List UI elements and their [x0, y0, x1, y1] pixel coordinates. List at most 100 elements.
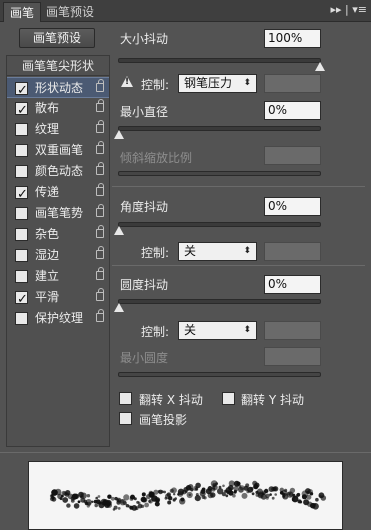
lock-icon[interactable]	[96, 120, 104, 133]
slider-thumb[interactable]	[114, 303, 124, 312]
divider	[0, 452, 371, 453]
min-diameter-slider[interactable]	[114, 126, 321, 139]
brush-projection-checkbox[interactable]	[119, 412, 132, 425]
angle-jitter-slider[interactable]	[114, 222, 321, 235]
brush-setting-item[interactable]: 建立	[7, 266, 109, 287]
lock-icon[interactable]	[96, 204, 104, 217]
min-diameter-field[interactable]: 0%	[264, 101, 321, 120]
angle-jitter-field[interactable]: 0%	[264, 197, 321, 216]
brush-setting-label: 杂色	[35, 227, 60, 241]
select-arrows-icon: ⬍	[243, 246, 251, 256]
panel-menu-icon[interactable]: ▸▸ | ▾≡	[331, 3, 367, 16]
brush-setting-label: 双重画笔	[35, 143, 84, 157]
brush-setting-item[interactable]: 湿边	[7, 245, 109, 266]
brush-setting-label: 湿边	[35, 248, 60, 262]
brush-setting-item[interactable]: 平滑	[7, 287, 109, 310]
size-jitter-slider[interactable]	[118, 58, 325, 71]
brush-setting-checkbox[interactable]	[15, 144, 28, 157]
brush-setting-item[interactable]: 画笔笔势	[7, 203, 109, 224]
brush-setting-label: 纹理	[35, 122, 60, 136]
divider	[112, 186, 365, 187]
control-label: 控制:	[141, 78, 170, 92]
slider-thumb[interactable]	[114, 130, 124, 139]
brush-setting-checkbox[interactable]	[15, 123, 28, 136]
brush-settings-list: 画笔笔尖形状 形状动态散布纹理双重画笔颜色动态传递画笔笔势杂色湿边建立平滑保护纹…	[6, 55, 110, 447]
brush-setting-label: 散布	[35, 101, 60, 115]
warning-icon	[121, 76, 133, 87]
roundness-jitter-field[interactable]: 0%	[264, 275, 321, 294]
brush-setting-item[interactable]: 纹理	[7, 119, 109, 140]
brush-presets-button[interactable]: 画笔预设	[19, 28, 95, 48]
brush-setting-checkbox[interactable]	[15, 270, 28, 283]
brush-setting-label: 颜色动态	[35, 164, 84, 178]
brush-projection-label: 画笔投影	[139, 413, 188, 427]
brush-setting-checkbox[interactable]	[15, 207, 28, 220]
lock-icon[interactable]	[96, 79, 104, 92]
lock-icon[interactable]	[96, 162, 104, 175]
min-diameter-label: 最小直径	[120, 105, 169, 119]
control-select[interactable]: 关 ⬍	[178, 321, 257, 340]
tilt-scale-field	[264, 146, 321, 165]
size-jitter-label: 大小抖动	[120, 32, 169, 46]
brush-tip-shape-item[interactable]: 画笔笔尖形状	[7, 56, 109, 76]
brush-stroke-preview	[28, 461, 343, 530]
flip-x-label: 翻转 X 抖动	[139, 393, 203, 407]
control-label: 控制:	[141, 325, 170, 339]
tilt-scale-label: 倾斜缩放比例	[120, 151, 193, 165]
slider-thumb[interactable]	[114, 226, 124, 235]
tab-brush-presets[interactable]: 画笔预设	[40, 2, 100, 22]
brush-stroke-graphic	[49, 480, 327, 511]
brush-setting-item[interactable]: 散布	[7, 98, 109, 121]
control-extra-field	[264, 321, 321, 340]
control-select-value: 关	[184, 244, 197, 258]
tab-brush-label: 画笔	[10, 6, 35, 20]
brush-setting-item[interactable]: 传递	[7, 182, 109, 205]
brush-setting-label: 形状动态	[35, 81, 84, 95]
slider-thumb[interactable]	[315, 62, 325, 71]
brush-setting-label: 保护纹理	[35, 311, 84, 325]
brush-setting-checkbox[interactable]	[15, 100, 28, 121]
lock-icon[interactable]	[96, 141, 104, 154]
brush-setting-item[interactable]: 颜色动态	[7, 161, 109, 182]
roundness-jitter-label: 圆度抖动	[120, 278, 169, 292]
brush-setting-label: 建立	[35, 269, 60, 283]
brush-setting-checkbox[interactable]	[15, 249, 28, 262]
brush-setting-item[interactable]: 形状动态	[7, 77, 109, 101]
brush-setting-item[interactable]: 杂色	[7, 224, 109, 245]
roundness-jitter-slider[interactable]	[114, 299, 321, 312]
select-arrows-icon: ⬍	[243, 78, 251, 88]
flip-y-checkbox[interactable]	[222, 392, 235, 405]
min-roundness-slider	[118, 372, 321, 377]
min-roundness-field	[264, 347, 321, 366]
select-arrows-icon: ⬍	[243, 325, 251, 335]
brush-setting-label: 画笔笔势	[35, 206, 84, 220]
lock-icon[interactable]	[96, 99, 104, 112]
min-roundness-label: 最小圆度	[120, 351, 169, 365]
brush-setting-checkbox[interactable]	[15, 228, 28, 241]
brush-setting-checkbox[interactable]	[15, 80, 28, 101]
control-select-value: 关	[184, 323, 197, 337]
control-extra-field	[264, 74, 321, 93]
tilt-scale-slider	[118, 171, 321, 176]
size-jitter-field[interactable]: 100%	[264, 29, 321, 48]
brush-setting-checkbox[interactable]	[15, 184, 28, 205]
brush-setting-label: 平滑	[35, 290, 60, 304]
brush-setting-item[interactable]: 保护纹理	[7, 308, 109, 329]
angle-jitter-label: 角度抖动	[120, 200, 169, 214]
lock-icon[interactable]	[96, 183, 104, 196]
tab-brush[interactable]: 画笔	[3, 2, 42, 22]
lock-icon[interactable]	[96, 267, 104, 280]
lock-icon[interactable]	[96, 246, 104, 259]
brush-setting-checkbox[interactable]	[15, 289, 28, 310]
control-select-value: 钢笔压力	[184, 76, 233, 90]
lock-icon[interactable]	[96, 288, 104, 301]
flip-x-checkbox[interactable]	[119, 392, 132, 405]
lock-icon[interactable]	[96, 225, 104, 238]
lock-icon[interactable]	[96, 309, 104, 322]
control-select[interactable]: 钢笔压力 ⬍	[178, 74, 257, 93]
brush-setting-item[interactable]: 双重画笔	[7, 140, 109, 161]
brush-setting-checkbox[interactable]	[15, 165, 28, 178]
brush-setting-checkbox[interactable]	[15, 312, 28, 325]
control-select[interactable]: 关 ⬍	[178, 242, 257, 261]
divider	[112, 265, 365, 266]
